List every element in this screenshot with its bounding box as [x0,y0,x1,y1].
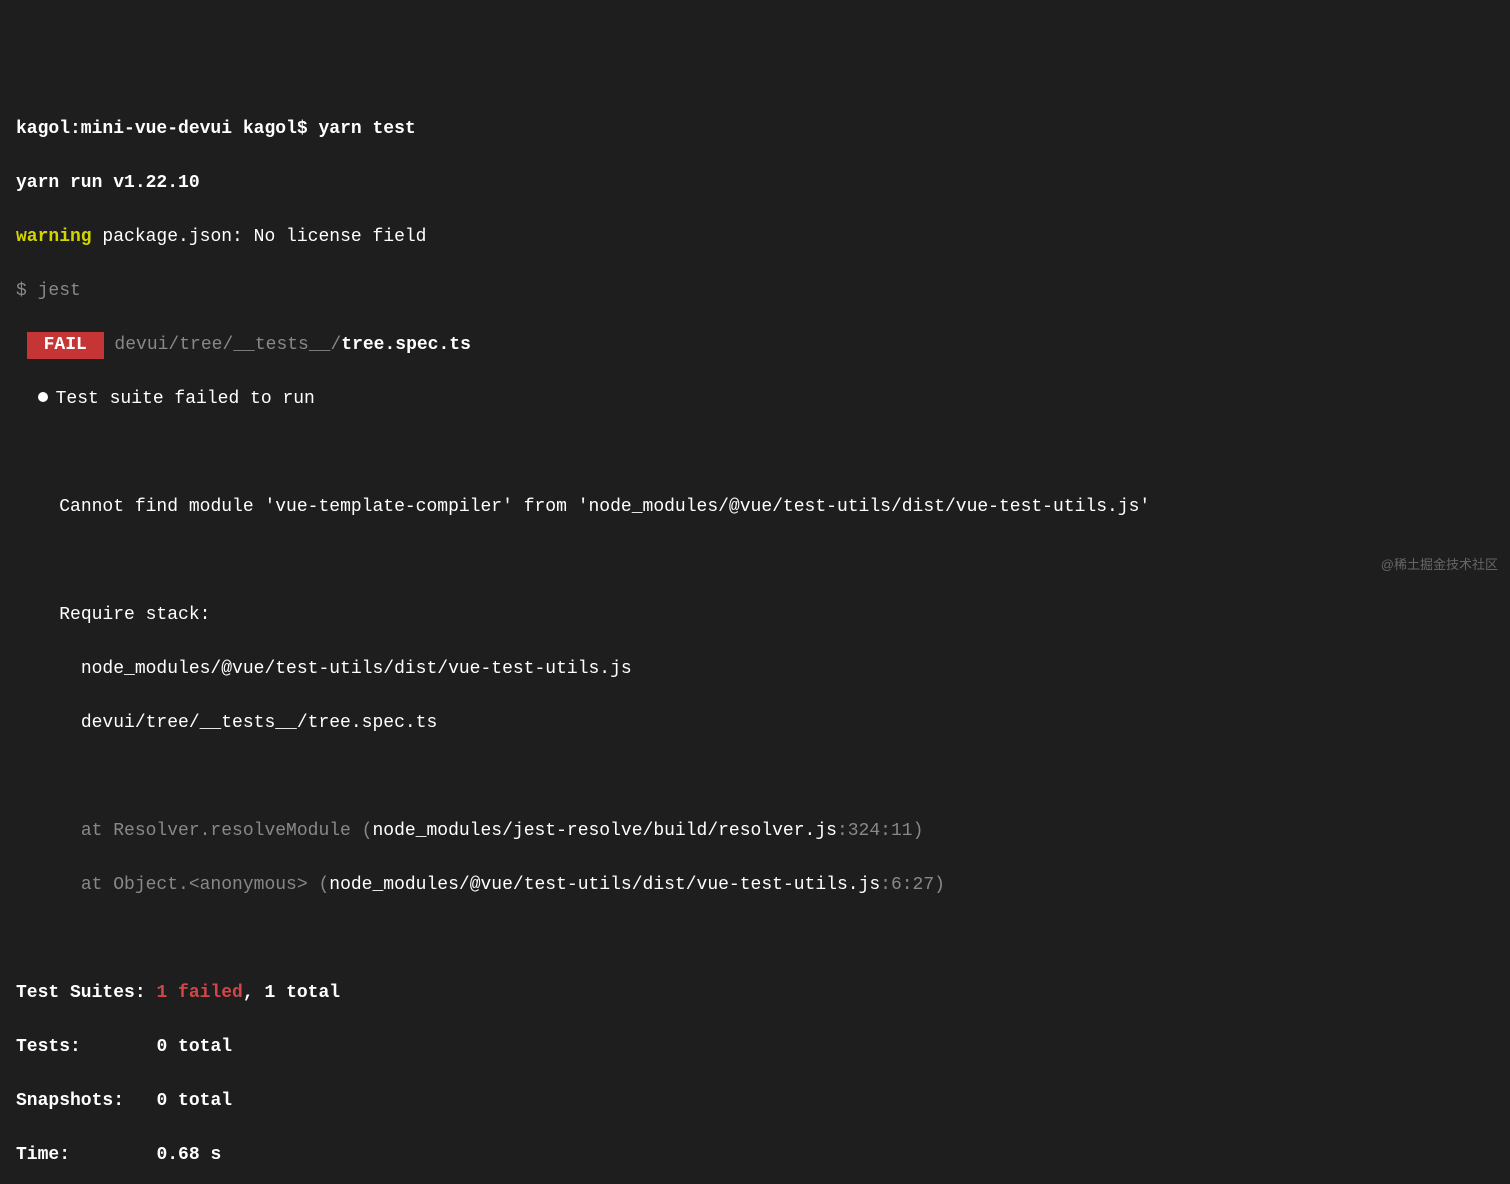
prompt-host: kagol:mini-vue-devui [16,119,232,139]
warning-line: warning package.json: No license field [16,224,1494,251]
error-message: Cannot find module 'vue-template-compile… [59,497,1150,517]
summary-tests-line: Tests: 0 total [16,1034,1494,1061]
summary-time-label: Time: [16,1145,156,1165]
suite-failed-line: Test suite failed to run [16,386,1494,413]
summary-suites-failed: 1 failed [156,983,242,1003]
require-stack-label-line: Require stack: [16,602,1494,629]
summary-tests-value: 0 total [156,1037,232,1057]
trace-prefix: at Object.<anonymous> ( [81,875,329,895]
stack-entry: node_modules/@vue/test-utils/dist/vue-te… [81,659,632,679]
summary-suites-line: Test Suites: 1 failed, 1 total [16,980,1494,1007]
summary-tests-label: Tests: [16,1037,156,1057]
stack-line-1: node_modules/@vue/test-utils/dist/vue-te… [16,656,1494,683]
fail-badge: FAIL [27,332,104,359]
trace-line-1: at Resolver.resolveModule (node_modules/… [16,818,1494,845]
summary-suites-rest: , 1 total [243,983,340,1003]
prompt-symbol: $ [297,119,308,139]
blank-line [16,548,1494,575]
trace-prefix: at Resolver.resolveModule ( [81,821,373,841]
summary-suites-label: Test Suites: [16,983,156,1003]
stack-entry: devui/tree/__tests__/tree.spec.ts [81,713,437,733]
trace-location: :6:27) [880,875,945,895]
summary-snapshots-value: 0 total [156,1091,232,1111]
fail-path-file: tree.spec.ts [341,335,471,355]
suite-failed-msg: Test suite failed to run [56,389,315,409]
error-msg-line: Cannot find module 'vue-template-compile… [16,494,1494,521]
fail-path-dim: devui/tree/__tests__/ [104,335,342,355]
fail-line: FAIL devui/tree/__tests__/tree.spec.ts [16,332,1494,359]
warning-label: warning [16,227,92,247]
blank-line [16,926,1494,953]
trace-line-2: at Object.<anonymous> (node_modules/@vue… [16,872,1494,899]
prompt-user: kagol [243,119,297,139]
jest-command: jest [38,281,81,301]
blank-line [16,440,1494,467]
bullet-icon [38,392,48,402]
trace-location: :324:11) [837,821,923,841]
summary-time-value: 0.68 s [156,1145,221,1165]
summary-time-line: Time: 0.68 s [16,1142,1494,1169]
summary-snapshots-label: Snapshots: [16,1091,156,1111]
yarn-run-line: yarn run v1.22.10 [16,170,1494,197]
summary-snapshots-line: Snapshots: 0 total [16,1088,1494,1115]
watermark-text: @稀土掘金技术社区 [1381,555,1498,575]
blank-line [16,764,1494,791]
jest-prompt: $ [16,281,38,301]
jest-line: $ jest [16,278,1494,305]
require-stack-label: Require stack: [59,605,210,625]
command-text: yarn test [319,119,416,139]
trace-file: node_modules/@vue/test-utils/dist/vue-te… [329,875,880,895]
prompt-line: kagol:mini-vue-devui kagol$ yarn test [16,116,1494,143]
trace-file: node_modules/jest-resolve/build/resolver… [372,821,836,841]
stack-line-2: devui/tree/__tests__/tree.spec.ts [16,710,1494,737]
warning-message: package.json: No license field [92,227,427,247]
